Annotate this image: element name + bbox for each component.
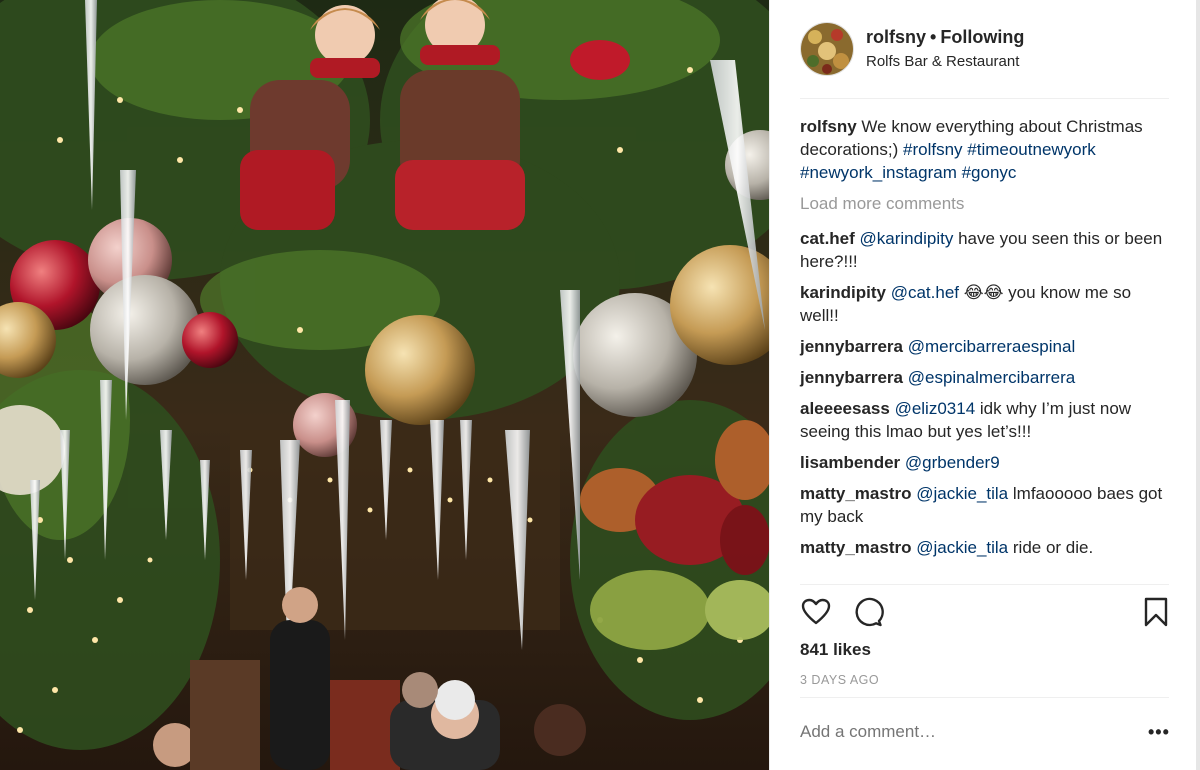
comment: jennybarrera @espinalmercibarrera xyxy=(800,366,1172,389)
comment-mention[interactable]: @espinalmercibarrera xyxy=(908,368,1076,387)
comment: aleeeesass @eliz0314 idk why I’m just no… xyxy=(800,397,1172,443)
divider xyxy=(800,98,1169,99)
add-comment-input[interactable] xyxy=(800,722,1120,742)
comment-mention[interactable]: @jackie_tila xyxy=(916,484,1008,503)
divider xyxy=(800,697,1169,698)
post-username-line: rolfsny • Following xyxy=(866,27,1024,48)
post-username[interactable]: rolfsny xyxy=(866,27,926,47)
comment-username[interactable]: cat.hef xyxy=(800,229,855,248)
hashtag[interactable]: #timeoutnewyork xyxy=(967,140,1096,159)
comment-username[interactable]: aleeeesass xyxy=(800,399,890,418)
follow-status[interactable]: Following xyxy=(940,27,1024,47)
avatar-image xyxy=(801,23,853,75)
comment-bubble-icon[interactable] xyxy=(852,596,886,630)
comment: cat.hef @karindipity have you seen this … xyxy=(800,227,1172,273)
caption-username[interactable]: rolfsny xyxy=(800,117,857,136)
heart-icon[interactable] xyxy=(800,596,834,630)
more-options-button[interactable]: ••• xyxy=(1148,722,1170,743)
comment-username[interactable]: matty_mastro xyxy=(800,538,912,557)
load-more-comments[interactable]: Load more comments xyxy=(800,192,1172,215)
bookmark-icon[interactable] xyxy=(1140,596,1174,630)
comment-username[interactable]: karindipity xyxy=(800,283,886,302)
comment-mention[interactable]: @eliz0314 xyxy=(895,399,976,418)
separator-dot: • xyxy=(930,27,937,47)
comment-mention[interactable]: @grbender9 xyxy=(905,453,1000,472)
post-details-panel: rolfsny • Following Rolfs Bar & Restaurant… xyxy=(769,0,1200,770)
likes-count[interactable]: 841 likes xyxy=(800,640,871,660)
comment-username[interactable]: lisambender xyxy=(800,453,900,472)
scrollbar-edge xyxy=(1196,0,1200,770)
comment: matty_mastro @jackie_tila lmfaooooo baes… xyxy=(800,482,1172,528)
location-link[interactable]: Rolfs Bar & Restaurant xyxy=(866,53,1019,70)
post-photo[interactable] xyxy=(0,0,769,770)
comment-mention[interactable]: @jackie_tila xyxy=(916,538,1008,557)
hashtag[interactable]: #gonyc xyxy=(962,163,1017,182)
comment: matty_mastro @jackie_tila ride or die. xyxy=(800,536,1172,559)
hashtag[interactable]: #newyork_instagram xyxy=(800,163,957,182)
avatar[interactable] xyxy=(800,22,854,76)
hashtag[interactable]: #rolfsny xyxy=(903,140,963,159)
caption: rolfsny We know everything about Christm… xyxy=(800,115,1172,184)
comment-text: ride or die. xyxy=(1012,538,1094,557)
post-timestamp[interactable]: 3 DAYS AGO xyxy=(800,673,879,687)
christmas-decorations-image xyxy=(0,0,769,770)
post-header: rolfsny • Following Rolfs Bar & Restaurant xyxy=(800,22,1170,78)
divider xyxy=(800,584,1169,585)
comment: jennybarrera @mercibarreraespinal xyxy=(800,335,1172,358)
comment-mention[interactable]: @mercibarreraespinal xyxy=(908,337,1076,356)
comment-username[interactable]: jennybarrera xyxy=(800,337,903,356)
comment-mention[interactable]: @karindipity xyxy=(860,229,954,248)
comment: lisambender @grbender9 xyxy=(800,451,1172,474)
comments-list: rolfsny We know everything about Christm… xyxy=(800,115,1172,567)
comment: karindipity @cat.hef 😂😂 you know me so w… xyxy=(800,281,1172,327)
comment-username[interactable]: jennybarrera xyxy=(800,368,903,387)
comment-mention[interactable]: @cat.hef xyxy=(891,283,959,302)
action-bar xyxy=(800,596,1172,632)
comment-username[interactable]: matty_mastro xyxy=(800,484,912,503)
comment-text: have you seen this or been here?!!! xyxy=(800,229,1163,271)
